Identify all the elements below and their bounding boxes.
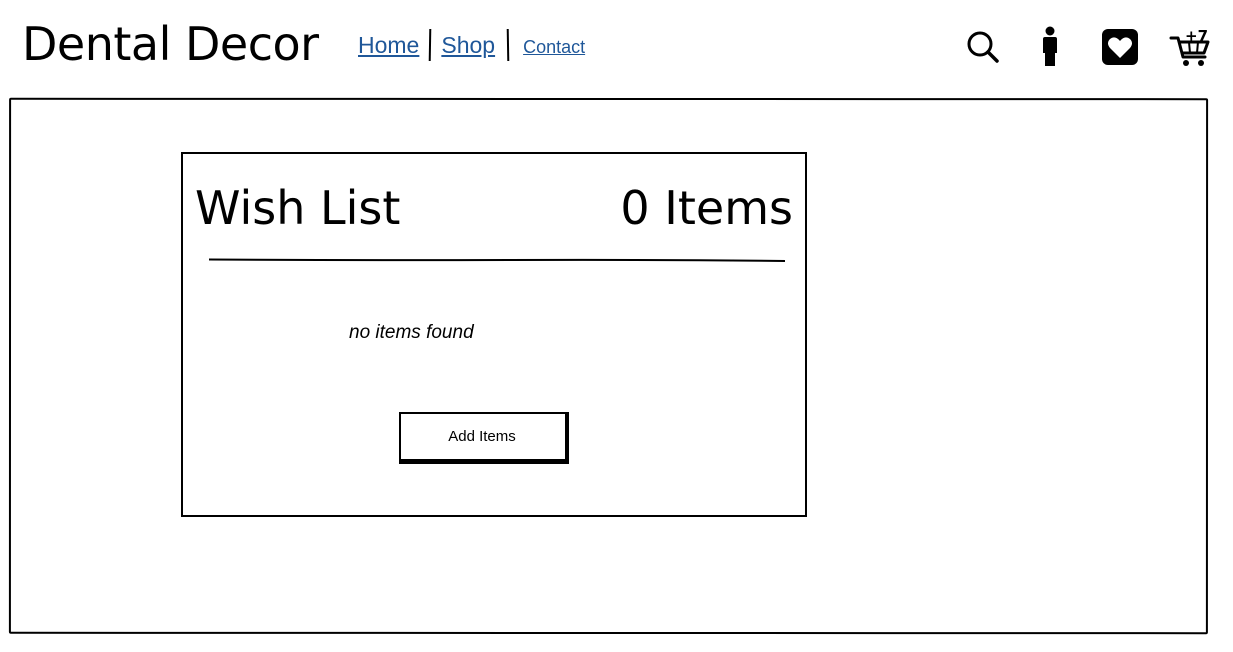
wishlist-card: Wish List 0 Items no items found Add Ite… — [181, 152, 807, 517]
wishlist-item-count: 0 Items — [620, 181, 793, 235]
heart-icon[interactable] — [1098, 26, 1142, 70]
cart-icon[interactable]: +7 — [1168, 26, 1212, 70]
user-icon[interactable] — [1028, 26, 1072, 70]
header-icons: +7 — [0, 26, 1233, 70]
cart-badge: +7 — [1185, 27, 1208, 45]
empty-message: no items found — [349, 322, 474, 343]
add-items-button[interactable]: Add Items — [399, 412, 569, 464]
divider — [209, 258, 785, 262]
wishlist-title: Wish List — [195, 181, 401, 235]
search-icon[interactable] — [962, 26, 1006, 70]
page: Dental Decor Home Shop Contact +7 Wish L… — [0, 0, 1233, 652]
